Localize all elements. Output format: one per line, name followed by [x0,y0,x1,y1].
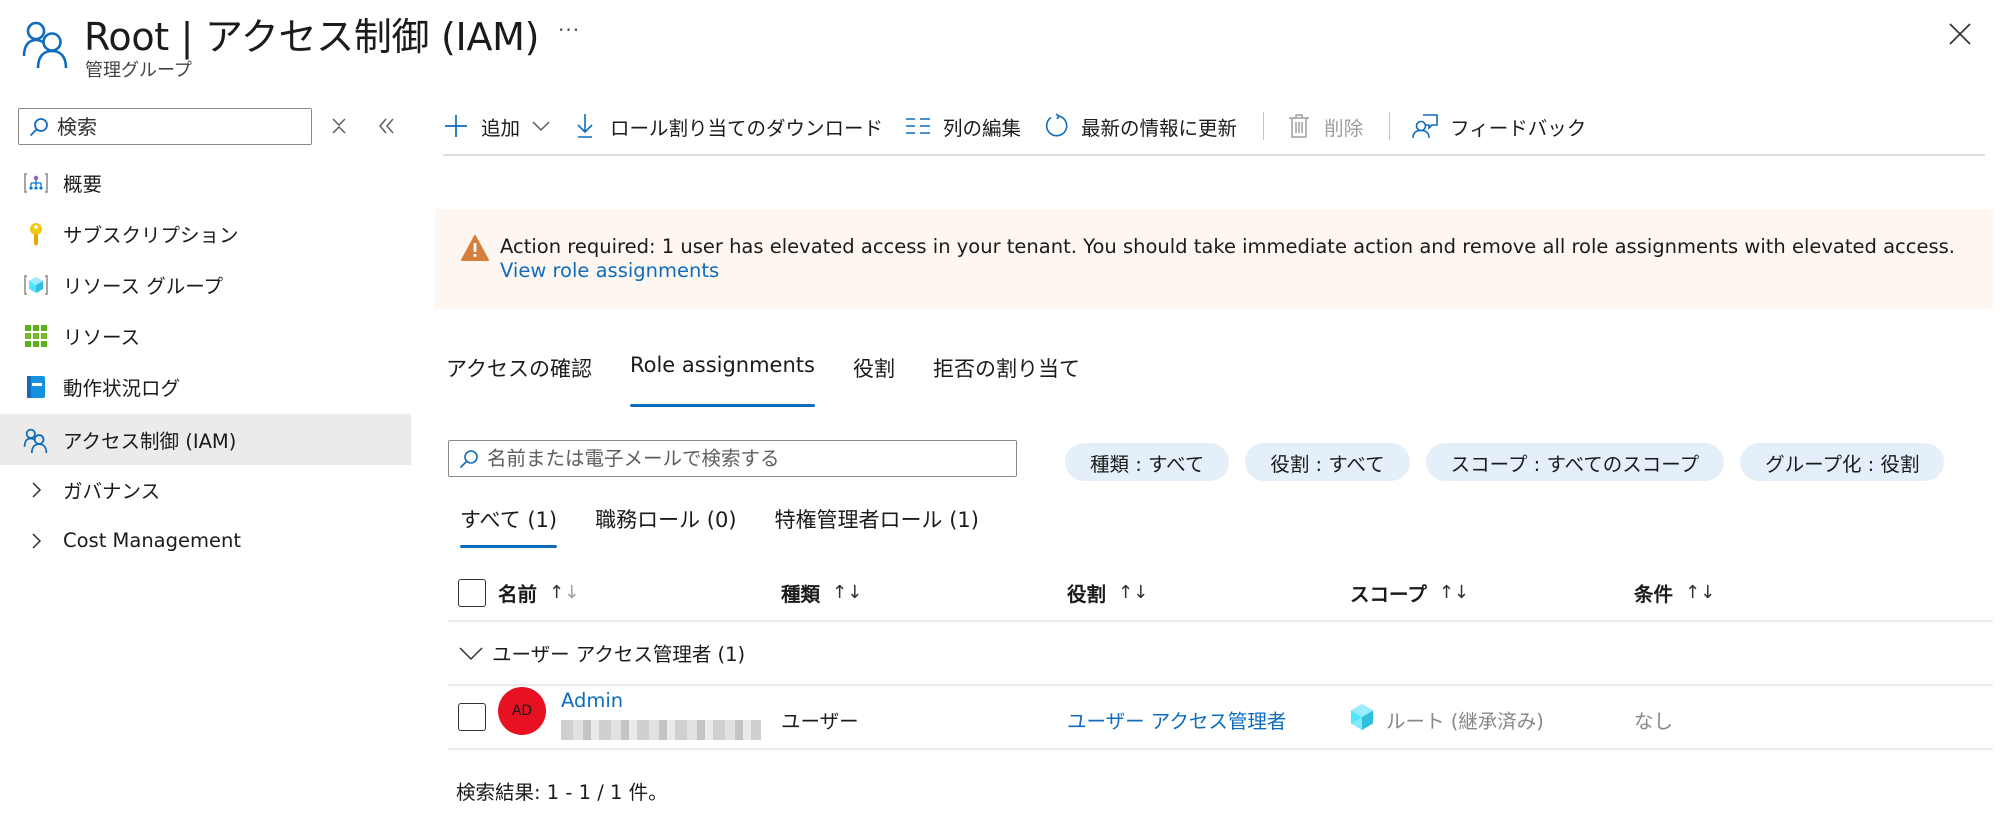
sidebar-item-resources[interactable]: リソース [0,310,411,361]
sort-icon: ↑↓ [832,582,863,603]
search-field[interactable] [448,440,1017,477]
role-type-tabs: すべて (1) 職務ロール (0) 特権管理者ロール (1) [460,504,1017,548]
sidebar-item-overview[interactable]: 概要 [0,157,411,208]
sidebar-item-resource-groups[interactable]: リソース グループ [0,259,411,310]
management-group-icon [23,170,49,196]
warning-message: Action required: 1 user has elevated acc… [500,235,1955,282]
role-link[interactable]: ユーザー アクセス管理者 [1067,705,1286,734]
download-role-assignments-button[interactable]: ロール割り当てのダウンロード [572,104,883,148]
tab-role-assignments[interactable]: Role assignments [629,353,815,407]
sort-icon: ↑↓ [1685,582,1716,603]
filter-pills: 種類 : すべて 役割 : すべて スコープ : すべてのスコープ グループ化 … [1065,443,1960,481]
command-bar: 追加 ロール割り当てのダウンロード 列の編集 最新の情報に更新 削除 フィードバ… [443,104,1608,148]
refresh-button[interactable]: 最新の情報に更新 [1043,104,1237,148]
edit-columns-button[interactable]: 列の編集 [905,104,1021,148]
condition-cell: なし [1634,710,1674,733]
table-divider [448,684,1993,686]
filter-type-pill[interactable]: 種類 : すべて [1065,443,1230,481]
management-group-scope-icon [1350,703,1376,731]
column-header-type[interactable]: 種類 ↑↓ [781,578,862,607]
key-icon [23,221,49,247]
scope-cell: ルート (継承済み) [1386,710,1544,733]
clear-filter-icon[interactable] [328,114,350,138]
sidebar-item-label: サブスクリプション [63,224,239,247]
subtab-all[interactable]: すべて (1) [460,504,558,548]
warning-icon [461,235,489,261]
columns-icon [905,113,931,139]
people-icon [23,427,49,453]
refresh-icon [1043,113,1069,139]
subtab-privileged-admin-roles[interactable]: 特権管理者ロール (1) [775,504,979,534]
sort-icon: ↑↓ [1118,582,1149,603]
sidebar-item-label: リソース [63,326,141,349]
sidebar-item-iam[interactable]: アクセス制御 (IAM) [0,414,411,465]
toolbar-divider [1263,112,1265,140]
chevron-down-icon [458,640,484,666]
search-icon [459,449,479,469]
page-subtitle: 管理グループ [85,60,192,81]
type-cell: ユーザー [781,710,859,733]
tab-check-access[interactable]: アクセスの確認 [446,353,592,393]
sidebar-search-field[interactable] [18,108,312,145]
sort-icon: ↑↓ [549,582,580,603]
sidebar-item-label: アクセス制御 (IAM) [63,430,237,453]
table-divider [448,620,1993,622]
sidebar-item-cost-management[interactable]: Cost Management [0,515,411,566]
chevron-right-icon [23,477,49,503]
sidebar-search-input[interactable] [57,114,297,139]
close-icon[interactable] [1946,20,1974,48]
toolbar-divider [1389,112,1391,140]
tab-bar: アクセスの確認 Role assignments 役割 拒否の割り当て [446,353,1118,407]
group-by-pill[interactable]: グループ化 : 役割 [1740,443,1945,481]
sidebar-item-label: リソース グループ [63,275,224,298]
avatar: AD [498,687,546,735]
row-checkbox[interactable] [458,703,486,731]
sidebar-item-label: 概要 [63,173,103,196]
tab-deny-assignments[interactable]: 拒否の割り当て [933,353,1080,393]
resource-group-icon [23,272,49,298]
column-header-role[interactable]: 役割 ↑↓ [1067,578,1148,607]
activity-log-icon [23,374,49,400]
more-options-button[interactable]: ··· [558,18,580,42]
sidebar-item-label: 動作状況ログ [63,377,181,400]
feedback-icon [1412,113,1438,139]
chevron-right-icon [23,528,49,554]
column-header-condition[interactable]: 条件 ↑↓ [1634,578,1715,607]
user-name-link[interactable]: Admin [561,689,623,712]
redacted-email [561,720,761,740]
sidebar-item-activity-log[interactable]: 動作状況ログ [0,361,411,412]
sidebar-item-label: ガバナンス [63,480,161,503]
plus-icon [443,113,469,139]
people-icon [22,18,70,68]
select-all-checkbox[interactable] [458,579,486,607]
sort-icon: ↑↓ [1438,582,1470,603]
table-divider [448,748,1993,750]
filter-role-pill[interactable]: 役割 : すべて [1245,443,1410,481]
grid-icon [23,323,49,349]
search-input[interactable] [487,447,1007,470]
results-count: 検索結果: 1 - 1 / 1 件。 [456,781,668,804]
view-role-assignments-link[interactable]: View role assignments [500,259,719,282]
feedback-button[interactable]: フィードバック [1412,104,1586,148]
tab-roles[interactable]: 役割 [853,353,895,393]
chevron-down-icon [532,120,550,132]
sidebar-item-label: Cost Management [63,529,242,552]
toolbar-divider-line [443,154,1985,156]
download-icon [572,113,598,139]
double-chevron-left-icon[interactable] [375,114,399,138]
group-header-row[interactable]: ユーザー アクセス管理者 (1) [458,638,745,667]
add-button[interactable]: 追加 [443,104,550,148]
column-header-name[interactable]: 名前 ↑↓ [498,578,579,607]
filter-scope-pill[interactable]: スコープ : すべてのスコープ [1425,443,1725,481]
delete-button[interactable]: 削除 [1286,104,1363,148]
column-header-scope[interactable]: スコープ ↑↓ [1350,578,1469,607]
trash-icon [1286,113,1312,139]
page-title: Root | アクセス制御 (IAM) [84,15,540,59]
sidebar-item-subscriptions[interactable]: サブスクリプション [0,208,411,259]
subtab-job-function-roles[interactable]: 職務ロール (0) [595,504,736,534]
sidebar-item-governance[interactable]: ガバナンス [0,464,411,515]
search-icon [29,117,49,137]
